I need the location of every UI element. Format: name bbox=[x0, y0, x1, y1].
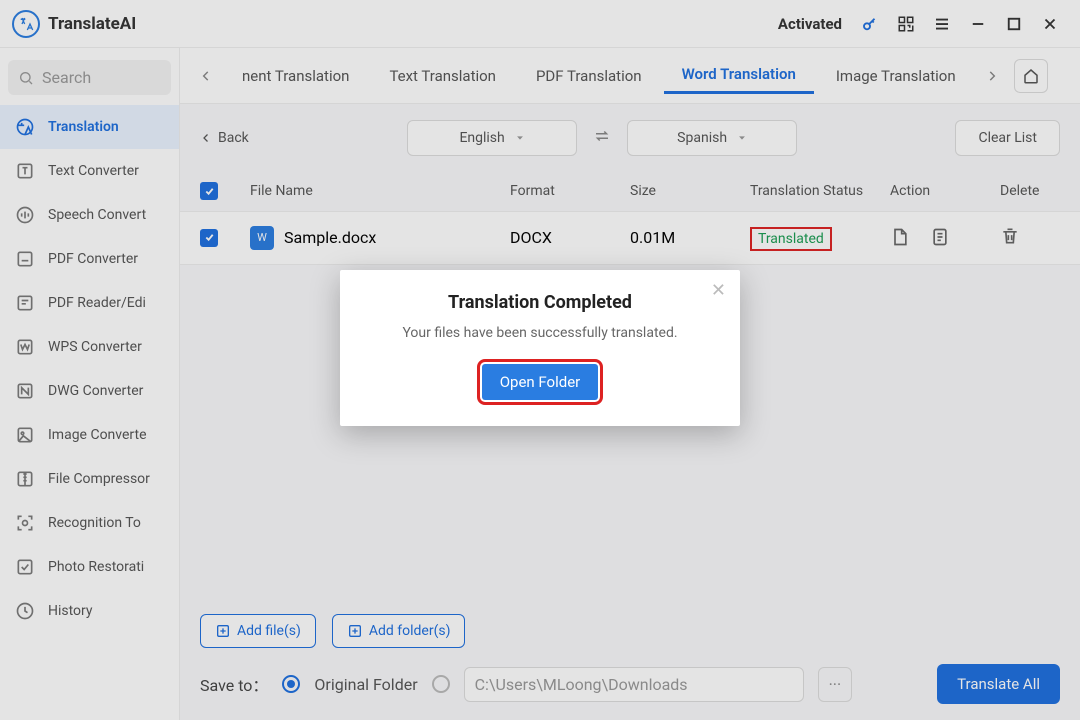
modal-title: Translation Completed bbox=[360, 292, 720, 313]
modal-message: Your files have been successfully transl… bbox=[360, 323, 720, 344]
open-folder-button[interactable]: Open Folder bbox=[482, 364, 599, 400]
modal-overlay: ✕ Translation Completed Your files have … bbox=[0, 0, 1080, 720]
completion-modal: ✕ Translation Completed Your files have … bbox=[340, 270, 740, 426]
modal-close-icon[interactable]: ✕ bbox=[711, 280, 726, 301]
